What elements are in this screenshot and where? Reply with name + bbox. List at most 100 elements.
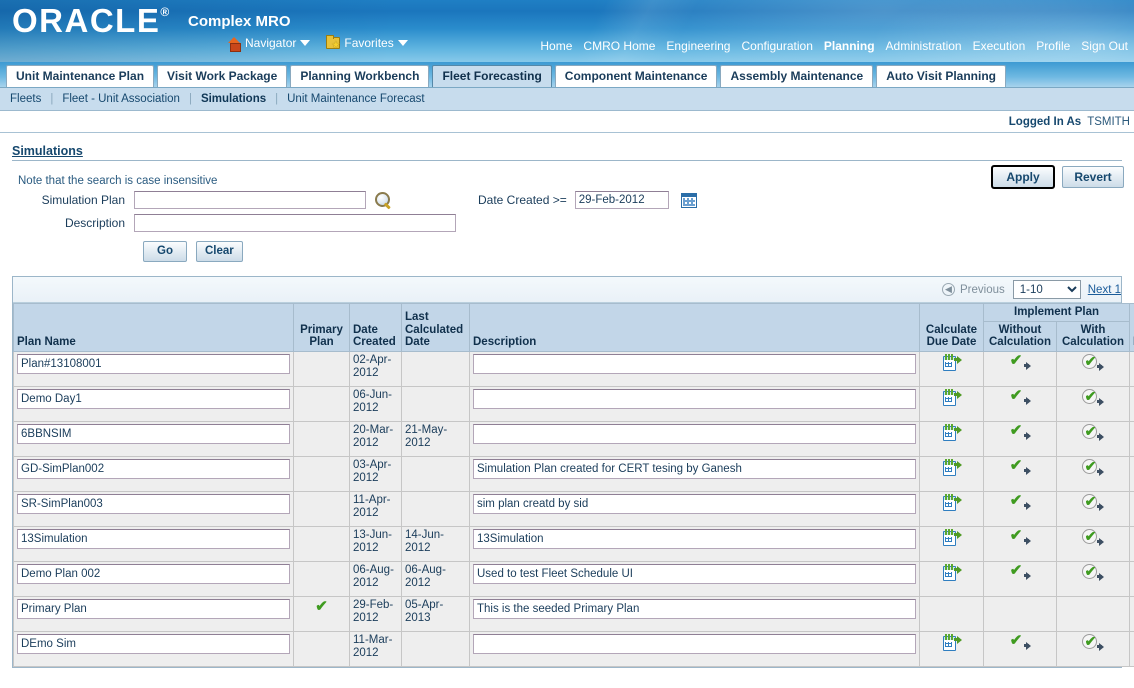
implement-without-calculation-icon[interactable]: ✔: [1009, 353, 1031, 370]
calculate-due-date-icon[interactable]: [942, 563, 962, 581]
description-input-row[interactable]: [473, 563, 916, 584]
tab-auto-visit-planning[interactable]: Auto Visit Planning: [876, 65, 1006, 87]
page-range-select[interactable]: 1-10: [1012, 280, 1081, 299]
subnav-item-simulations[interactable]: Simulations: [201, 93, 266, 105]
tab-assembly-maintenance[interactable]: Assembly Maintenance: [720, 65, 874, 87]
implement-with-calculation-icon[interactable]: ✔: [1082, 388, 1104, 406]
implement-with-calculation-icon[interactable]: ✔: [1082, 493, 1104, 511]
calculate-due-date-icon[interactable]: [942, 528, 962, 546]
implement-with-calculation-icon[interactable]: ✔: [1082, 423, 1104, 441]
revert-button[interactable]: Revert: [1062, 166, 1124, 188]
column-primary-plan[interactable]: Primary Plan: [293, 303, 350, 352]
column-delete[interactable]: De: [1129, 303, 1134, 352]
tab-unit-maintenance-plan[interactable]: Unit Maintenance Plan: [6, 65, 155, 87]
global-link-engineering[interactable]: Engineering: [666, 39, 730, 53]
description-input-row[interactable]: [473, 493, 916, 514]
cell-plan-name: [13, 385, 294, 422]
global-link-execution[interactable]: Execution: [973, 39, 1026, 53]
column-description[interactable]: Description: [469, 303, 920, 352]
cell-plan-name: [13, 630, 294, 667]
implement-with-calculation-icon[interactable]: ✔: [1082, 353, 1104, 371]
implement-without-calculation-icon[interactable]: ✔: [1009, 633, 1031, 650]
table-row: 02-Apr-2012 ✔ ✔: [13, 350, 1134, 387]
next-page-link[interactable]: Next 1: [1088, 284, 1121, 296]
cell-implement-with-calculation: ✔: [1056, 525, 1130, 562]
global-link-configuration[interactable]: Configuration: [741, 39, 812, 53]
column-last-calculated-date[interactable]: Last Calculated Date: [401, 303, 470, 352]
simulation-plan-input[interactable]: [134, 191, 366, 209]
description-input-row[interactable]: [473, 633, 916, 654]
global-link-home[interactable]: Home: [540, 39, 572, 53]
previous-page-control[interactable]: ◀ Previous: [942, 283, 1005, 296]
date-created-input[interactable]: [574, 191, 669, 209]
clear-button[interactable]: Clear: [196, 241, 243, 262]
implement-with-calculation-icon[interactable]: ✔: [1082, 528, 1104, 546]
cell-calculate-due-date: [919, 490, 984, 527]
description-input-row[interactable]: [473, 423, 916, 444]
implement-with-calculation-icon[interactable]: ✔: [1082, 633, 1104, 651]
global-link-sign-out[interactable]: Sign Out: [1081, 39, 1128, 53]
cell-primary-plan: [293, 350, 350, 387]
plan-name-input[interactable]: [17, 493, 290, 514]
subnav-item-fleet-unit-association[interactable]: Fleet - Unit Association: [62, 93, 180, 105]
calculate-due-date-icon[interactable]: [942, 388, 962, 406]
search-magnifier-icon[interactable]: [374, 191, 392, 209]
calculate-due-date-icon[interactable]: [942, 633, 962, 651]
column-with-calculation[interactable]: With Calculation: [1056, 320, 1130, 352]
calculate-due-date-icon[interactable]: [942, 458, 962, 476]
calculate-due-date-icon[interactable]: [942, 423, 962, 441]
navigator-menu[interactable]: Navigator: [228, 36, 311, 52]
favorites-menu[interactable]: Favorites: [326, 35, 408, 51]
plan-name-input[interactable]: [17, 423, 290, 444]
column-plan-name[interactable]: Plan Name: [13, 303, 294, 352]
column-calculate-due-date[interactable]: Calculate Due Date: [919, 303, 984, 352]
implement-without-calculation-icon[interactable]: ✔: [1009, 388, 1031, 405]
cell-last-calculated-date: [401, 385, 470, 422]
implement-with-calculation-icon[interactable]: ✔: [1082, 563, 1104, 581]
plan-name-input[interactable]: [17, 458, 290, 479]
subnav-item-unit-maintenance-forecast[interactable]: Unit Maintenance Forecast: [287, 93, 424, 105]
global-link-profile[interactable]: Profile: [1036, 39, 1070, 53]
favorites-folder-star-icon: [326, 35, 341, 51]
global-link-administration[interactable]: Administration: [886, 39, 962, 53]
cell-date-created: 13-Jun-2012: [349, 525, 402, 562]
column-date-created[interactable]: Date Created: [349, 303, 402, 352]
plan-name-input[interactable]: [17, 563, 290, 584]
implement-without-calculation-icon[interactable]: ✔: [1009, 458, 1031, 475]
apply-button[interactable]: Apply: [991, 165, 1055, 189]
tab-component-maintenance[interactable]: Component Maintenance: [554, 65, 718, 87]
calculate-due-date-icon[interactable]: [942, 353, 962, 371]
cell-primary-plan: [293, 490, 350, 527]
go-button[interactable]: Go: [143, 241, 187, 262]
cell-description: [469, 525, 920, 562]
description-input-row[interactable]: [473, 458, 916, 479]
cell-date-created: 06-Jun-2012: [349, 385, 402, 422]
tab-fleet-forecasting[interactable]: Fleet Forecasting: [432, 65, 552, 87]
subnav-item-fleets[interactable]: Fleets: [10, 93, 41, 105]
calculate-due-date-icon[interactable]: [942, 493, 962, 511]
description-input-row[interactable]: [473, 388, 916, 409]
implement-without-calculation-icon[interactable]: ✔: [1009, 563, 1031, 580]
plan-name-input[interactable]: [17, 598, 290, 619]
global-link-planning[interactable]: Planning: [824, 39, 875, 53]
cell-implement-without-calculation: ✔: [983, 420, 1057, 457]
implement-without-calculation-icon[interactable]: ✔: [1009, 423, 1031, 440]
description-input-row[interactable]: [473, 528, 916, 549]
plan-name-input[interactable]: [17, 528, 290, 549]
plan-name-input[interactable]: [17, 388, 290, 409]
plan-name-input[interactable]: [17, 633, 290, 654]
tab-visit-work-package[interactable]: Visit Work Package: [157, 65, 288, 87]
plan-name-input[interactable]: [17, 353, 290, 374]
favorites-label: Favorites: [344, 36, 394, 50]
implement-without-calculation-icon[interactable]: ✔: [1009, 528, 1031, 545]
description-input-row[interactable]: [473, 598, 916, 619]
column-without-calculation[interactable]: Without Calculation: [983, 320, 1057, 352]
calendar-icon[interactable]: [680, 192, 697, 208]
implement-without-calculation-icon[interactable]: ✔: [1009, 493, 1031, 510]
tab-planning-workbench[interactable]: Planning Workbench: [290, 65, 430, 87]
cell-primary-plan: [293, 420, 350, 457]
implement-with-calculation-icon[interactable]: ✔: [1082, 458, 1104, 476]
description-input[interactable]: [134, 214, 456, 232]
global-link-cmro-home[interactable]: CMRO Home: [583, 39, 655, 53]
description-input-row[interactable]: [473, 353, 916, 374]
